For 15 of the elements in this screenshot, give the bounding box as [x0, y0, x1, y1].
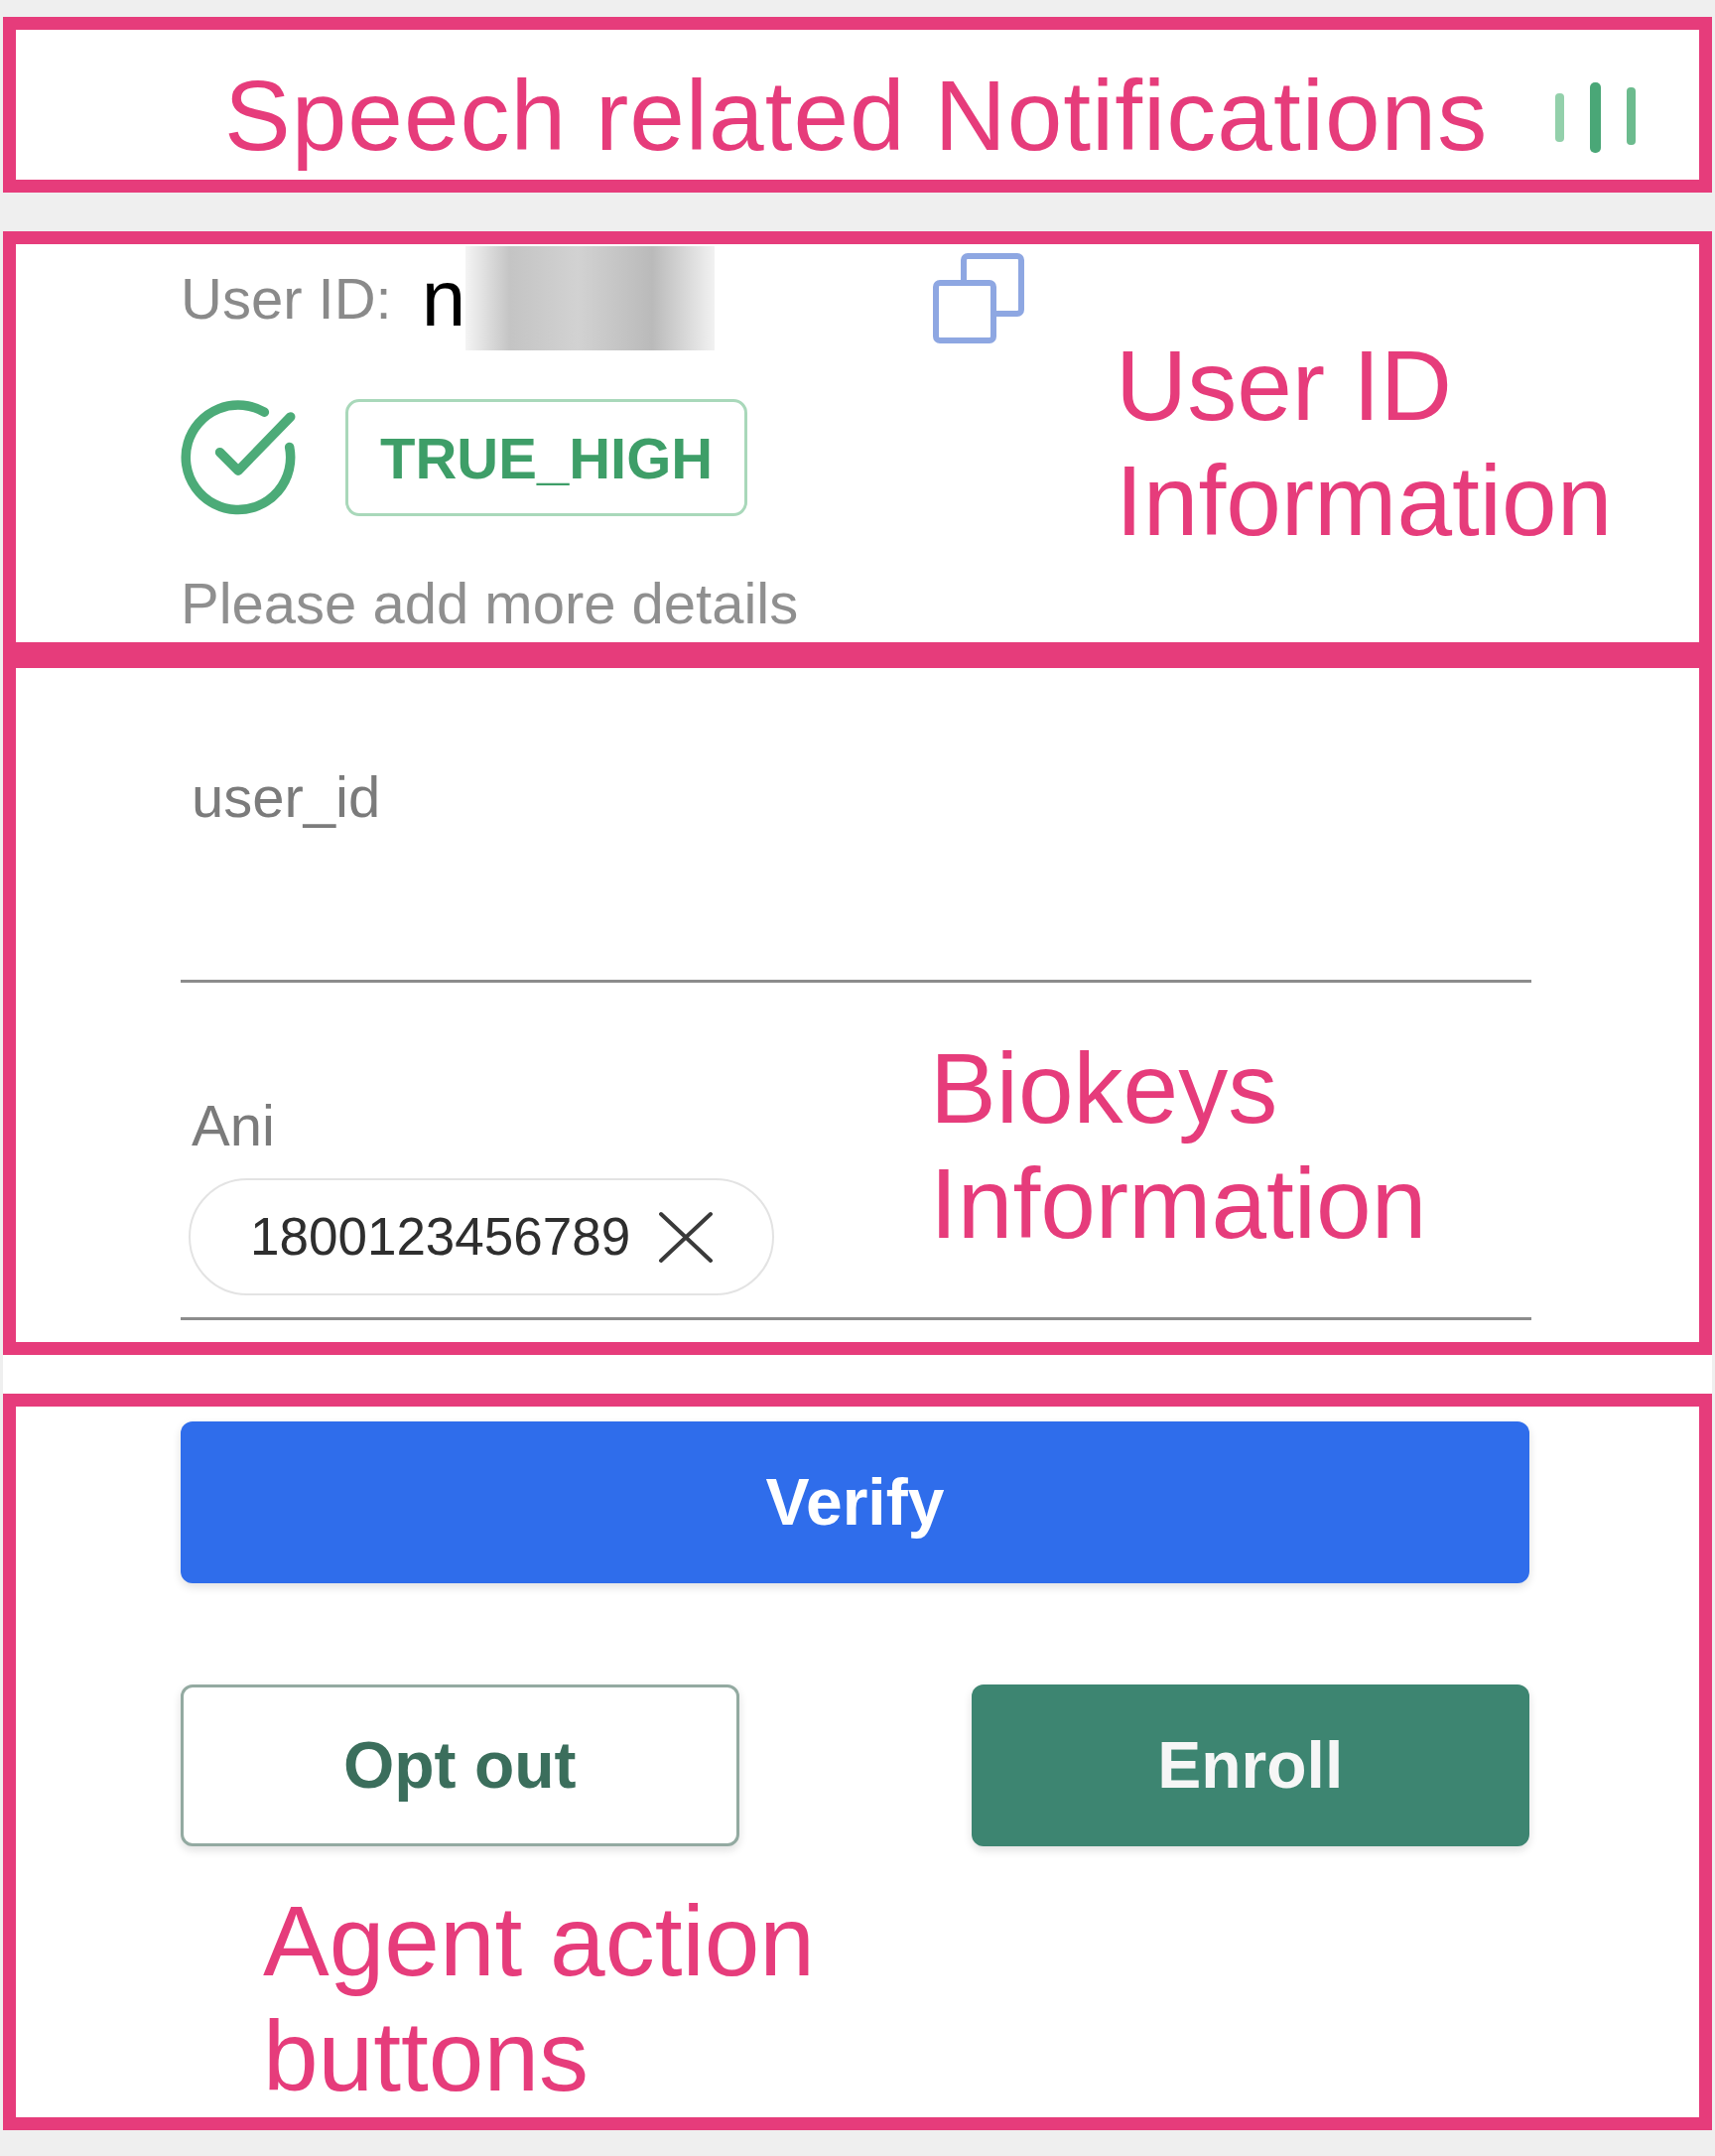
confirm-button[interactable]: Enroll	[971, 1684, 1529, 1846]
close-icon[interactable]	[657, 1209, 716, 1265]
user-id-value: n	[421, 253, 466, 343]
annotation-label: User ID Information	[1116, 329, 1614, 558]
user-id-label: User ID:	[181, 265, 392, 332]
annotation-label: Agent action buttons	[263, 1884, 816, 2113]
primary-button[interactable]: Verify	[181, 1421, 1529, 1583]
text-field[interactable]: user_id	[181, 764, 1531, 983]
tag-input-field[interactable]: Ani 1800123456789	[181, 1093, 915, 1317]
secondary-button[interactable]: Opt out	[181, 1684, 739, 1846]
annotation-label: Biokeys Information	[930, 1031, 1428, 1261]
tag-text: 1800123456789	[250, 1206, 631, 1268]
annotation-label: Speech related Notifications	[224, 59, 1489, 173]
hint-text: Please add more details	[181, 571, 800, 636]
status-badge: TRUE_HIGH	[345, 399, 748, 516]
